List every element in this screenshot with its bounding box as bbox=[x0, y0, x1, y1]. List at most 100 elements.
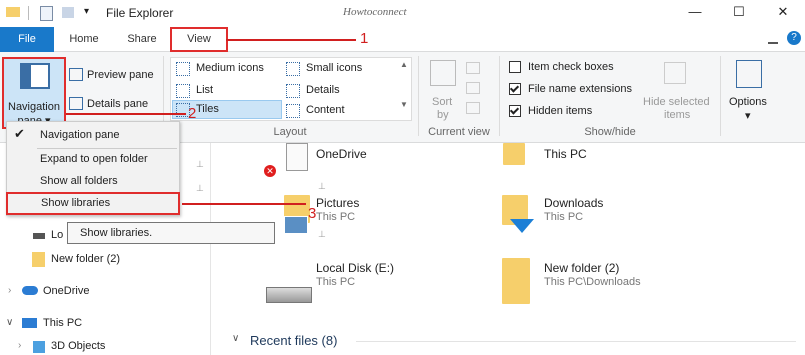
item-check-boxes-checkbox[interactable] bbox=[509, 61, 521, 73]
layout-details[interactable]: Details bbox=[306, 84, 340, 96]
folder-icon bbox=[502, 258, 530, 304]
menu-item-expand-to-open-folder[interactable]: Expand to open folder bbox=[7, 148, 179, 170]
error-badge-icon: ✕ bbox=[264, 165, 276, 177]
checkmark-icon: ✔ bbox=[14, 126, 25, 141]
picture-overlay-icon bbox=[284, 216, 308, 234]
chevron-down-icon[interactable]: ∨ bbox=[6, 317, 13, 328]
maximize-button[interactable]: ☐ bbox=[724, 4, 754, 22]
file-name-extensions-checkbox[interactable] bbox=[509, 83, 521, 95]
details-pane-button[interactable]: Details pane bbox=[87, 98, 148, 110]
options-button[interactable]: Options bbox=[729, 96, 767, 108]
separator bbox=[28, 6, 29, 20]
tab-home[interactable]: Home bbox=[58, 27, 110, 51]
hidden-items-checkbox[interactable] bbox=[509, 105, 521, 117]
tab-file[interactable]: File bbox=[0, 27, 54, 52]
preview-pane-button[interactable]: Preview pane bbox=[87, 69, 154, 81]
tree-item-onedrive[interactable]: OneDrive bbox=[43, 285, 89, 297]
ribbon-separator bbox=[418, 56, 419, 136]
layout-scroll-icon[interactable]: ▲ bbox=[400, 60, 408, 69]
navigation-pane-menu: ✔ Navigation pane Expand to open folder … bbox=[6, 121, 180, 216]
add-columns-icon bbox=[466, 82, 480, 94]
layout-small-icons[interactable]: Small icons bbox=[306, 62, 362, 74]
folder-icon bbox=[6, 7, 20, 17]
file-name[interactable]: This PC bbox=[544, 147, 587, 161]
layout-list[interactable]: List bbox=[196, 84, 213, 96]
annotation-number-3: 3 bbox=[308, 205, 317, 222]
layout-tiles: Tiles bbox=[196, 103, 219, 115]
hide-selected-label-2[interactable]: items bbox=[664, 109, 690, 121]
annotation-number-1: 1 bbox=[360, 30, 369, 47]
details-pane-icon bbox=[69, 97, 83, 110]
navigation-pane-label-1: Navigation bbox=[8, 101, 60, 113]
menu-item-label: Show all folders bbox=[40, 175, 118, 187]
hidden-items-label: Hidden items bbox=[528, 105, 593, 117]
chevron-right-icon[interactable]: › bbox=[18, 340, 21, 351]
pin-icon: ⊥ bbox=[318, 229, 326, 239]
close-button[interactable]: ✕ bbox=[768, 4, 798, 22]
pin-icon[interactable] bbox=[768, 32, 778, 44]
options-dropdown-icon[interactable]: ▾ bbox=[745, 109, 751, 122]
chevron-right-icon[interactable]: › bbox=[8, 285, 11, 296]
file-name[interactable]: Pictures bbox=[316, 196, 359, 210]
file-name[interactable]: OneDrive bbox=[316, 147, 367, 161]
sort-by-label-1[interactable]: Sort bbox=[432, 96, 452, 108]
preview-pane-icon bbox=[69, 68, 83, 81]
menu-item-label: Navigation pane bbox=[40, 129, 120, 141]
new-folder-icon[interactable] bbox=[62, 7, 74, 18]
properties-icon[interactable] bbox=[40, 6, 53, 21]
window-title: File Explorer bbox=[106, 6, 174, 20]
annotation-arrow-1 bbox=[226, 39, 356, 41]
tree-item-local-disk[interactable]: Lo bbox=[51, 229, 63, 241]
tree-item-3d-objects[interactable]: 3D Objects bbox=[51, 340, 105, 352]
menu-item-show-all-folders[interactable]: Show all folders bbox=[7, 170, 179, 192]
sort-by-label-2[interactable]: by bbox=[437, 109, 449, 121]
hide-selected-icon bbox=[664, 62, 686, 84]
annotation-arrow-3 bbox=[182, 203, 306, 205]
document-icon bbox=[286, 143, 308, 171]
sort-by-icon bbox=[430, 60, 456, 86]
ribbon-separator bbox=[499, 56, 500, 136]
watermark: Howtoconnect bbox=[343, 6, 407, 18]
pin-icon: ⊥ bbox=[196, 159, 204, 169]
item-check-boxes-label: Item check boxes bbox=[528, 61, 614, 73]
tree-item-this-pc[interactable]: This PC bbox=[43, 317, 82, 329]
medium-icons-icon bbox=[176, 62, 190, 76]
tab-share[interactable]: Share bbox=[116, 27, 168, 51]
file-name[interactable]: Local Disk (E:) bbox=[316, 261, 394, 275]
menu-item-navigation-pane[interactable]: ✔ Navigation pane bbox=[7, 124, 179, 146]
minimize-button[interactable]: — bbox=[680, 4, 710, 22]
help-icon[interactable]: ? bbox=[787, 31, 801, 45]
file-name[interactable]: New folder (2) bbox=[544, 261, 619, 275]
size-columns-icon bbox=[466, 102, 480, 114]
tree-item-new-folder[interactable]: New folder (2) bbox=[51, 253, 120, 265]
menu-item-show-libraries[interactable]: Show libraries bbox=[6, 192, 180, 215]
tab-view[interactable]: View bbox=[170, 27, 228, 52]
layout-content[interactable]: Content bbox=[306, 104, 345, 116]
file-name[interactable]: Downloads bbox=[544, 196, 603, 210]
navigation-pane-button[interactable]: Navigation pane ▾ bbox=[2, 57, 66, 129]
small-icons-icon bbox=[286, 62, 300, 76]
options-icon bbox=[736, 60, 762, 88]
chevron-down-icon[interactable]: ∨ bbox=[232, 333, 239, 344]
file-location: This PC\Downloads bbox=[544, 276, 641, 288]
menu-item-label: Expand to open folder bbox=[40, 153, 148, 165]
tooltip-text: Show libraries. bbox=[80, 227, 153, 239]
ribbon-tab-row: Home Share View ? bbox=[0, 27, 805, 52]
folder-icon bbox=[32, 252, 45, 267]
group-by-icon bbox=[466, 62, 480, 74]
layout-medium-icons[interactable]: Medium icons bbox=[196, 62, 264, 74]
3d-objects-icon bbox=[33, 341, 45, 353]
annotation-arrow-2 bbox=[66, 113, 186, 115]
layout-more-icon[interactable]: ▼ bbox=[400, 100, 408, 109]
recent-files-header[interactable]: Recent files (8) bbox=[250, 333, 337, 348]
download-arrow-icon bbox=[510, 219, 534, 233]
quick-access-dropdown-icon[interactable]: ▾ bbox=[84, 6, 89, 17]
layout-group-label: Layout bbox=[273, 126, 307, 138]
hide-selected-label-1[interactable]: Hide selected bbox=[643, 96, 710, 108]
section-divider bbox=[356, 341, 796, 342]
show-hide-group-label: Show/hide bbox=[584, 126, 636, 138]
tooltip: Show libraries. bbox=[67, 222, 275, 244]
current-view-group-label: Current view bbox=[428, 126, 490, 138]
pin-icon: ⊥ bbox=[196, 183, 204, 193]
list-icon bbox=[176, 84, 190, 98]
